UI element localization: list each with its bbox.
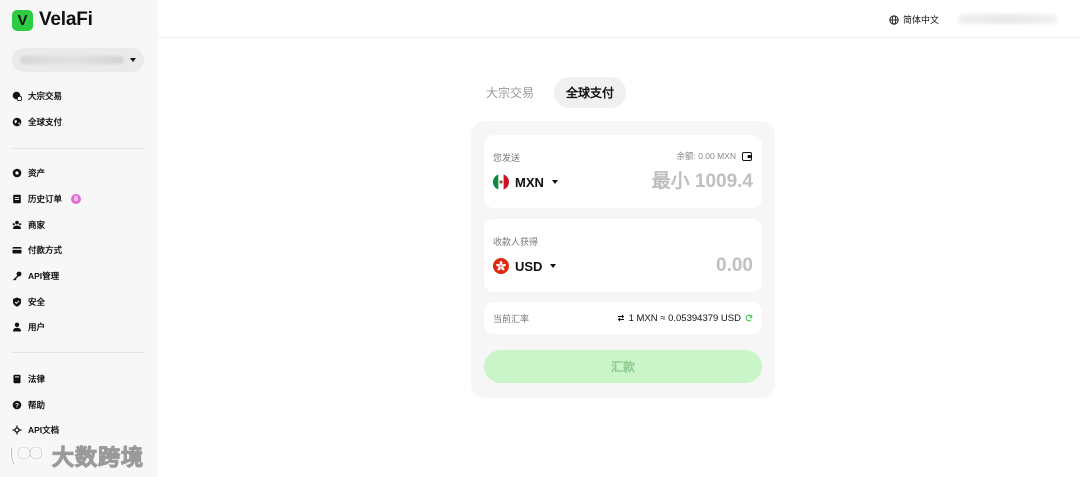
- receive-amount: 0.00: [716, 255, 753, 276]
- svg-text:?: ?: [15, 402, 19, 409]
- sidebar-item-global-payment[interactable]: 全球支付: [12, 115, 62, 129]
- hong-kong-flag-icon: [493, 258, 509, 274]
- language-label: 简体中文: [902, 15, 939, 25]
- transfer-card: 您发送 余额: 0.00 MXN MXN 最小 1009.4 收款人获得 USD…: [471, 121, 775, 398]
- sidebar-item-label: 资产: [28, 168, 46, 178]
- sidebar-item-label: 付款方式: [28, 245, 63, 255]
- mexico-flag-icon: [493, 174, 509, 190]
- sidebar-item-label: 法律: [28, 374, 46, 384]
- sidebar-item-bulk-trade[interactable]: 大宗交易: [12, 89, 62, 103]
- sidebar-item-label: API管理: [28, 271, 60, 281]
- sidebar-item-security[interactable]: 安全: [12, 295, 45, 309]
- receive-currency-selector[interactable]: USD: [493, 258, 557, 274]
- sidebar-item-label: 帮助: [28, 400, 46, 410]
- sidebar-item-merchants[interactable]: 商家: [12, 218, 45, 232]
- merchant-icon: [12, 220, 22, 230]
- send-currency-selector[interactable]: MXN: [493, 174, 558, 190]
- sidebar-item-users[interactable]: 用户: [12, 320, 45, 334]
- globe-icon: [12, 117, 22, 127]
- user-menu-redacted[interactable]: [958, 14, 1058, 24]
- rate-display: 1 MXN ≈ 0.05394379 USD: [617, 313, 753, 324]
- remit-button[interactable]: 汇款: [484, 350, 762, 383]
- main-content: 简体中文 大宗交易 全球支付 您发送 余额: 0.00 MXN MXN 最小 1…: [158, 0, 1080, 477]
- sidebar-item-label: 大宗交易: [28, 91, 63, 101]
- sidebar: V VelaFi 大宗交易 全球支付 资产 历史订单 6 商家 付款方式 API…: [0, 0, 158, 477]
- sidebar-item-label: 用户: [28, 322, 46, 332]
- watermark-logo-icon: [9, 445, 44, 465]
- sidebar-item-label: 全球支付: [28, 117, 63, 127]
- card-icon: [12, 245, 22, 255]
- book-icon: [12, 374, 22, 384]
- send-amount-input[interactable]: [593, 169, 753, 195]
- api-doc-icon: [12, 425, 22, 435]
- send-label: 您发送: [493, 153, 521, 163]
- rate-label: 当前汇率: [493, 313, 530, 324]
- sidebar-item-label: API文档: [28, 425, 60, 435]
- account-selector[interactable]: [12, 48, 144, 72]
- refresh-icon[interactable]: [745, 314, 753, 322]
- velafi-logo-icon: V: [12, 9, 33, 31]
- rate-value: 1 MXN ≈ 0.05394379 USD: [628, 312, 741, 324]
- exchange-rate-panel: 当前汇率 1 MXN ≈ 0.05394379 USD: [484, 302, 762, 334]
- brand-name: VelaFi: [39, 9, 93, 30]
- receive-panel: 收款人获得 USD 0.00: [484, 219, 762, 292]
- swap-icon[interactable]: [617, 314, 625, 322]
- watermark-text: 大数跨境: [51, 445, 145, 471]
- history-icon: [12, 194, 22, 204]
- account-name-redacted: [20, 56, 124, 64]
- chevron-down-icon: [551, 180, 558, 184]
- sidebar-item-api-docs[interactable]: API文档: [12, 423, 59, 437]
- sidebar-item-api-management[interactable]: API管理: [12, 269, 59, 283]
- shield-icon: [12, 297, 22, 307]
- chevron-down-icon: [130, 58, 136, 62]
- app: V VelaFi 大宗交易 全球支付 资产 历史订单 6 商家 付款方式 API…: [0, 0, 1080, 477]
- tab-global-payment[interactable]: 全球支付: [554, 77, 627, 108]
- receive-currency-code: USD: [515, 258, 543, 274]
- user-icon: [12, 322, 22, 332]
- mode-tabs: 大宗交易 全球支付: [474, 77, 627, 108]
- bulk-trade-icon: [12, 91, 22, 101]
- sidebar-item-payment-methods[interactable]: 付款方式: [12, 243, 62, 257]
- sidebar-divider: [12, 352, 145, 353]
- asset-icon: [12, 168, 22, 178]
- balance-text: 余额: 0.00 MXN: [676, 151, 736, 161]
- brand-logo[interactable]: V VelaFi: [12, 9, 93, 31]
- sidebar-item-label: 安全: [28, 297, 46, 307]
- sidebar-item-legal[interactable]: 法律: [12, 372, 45, 386]
- watermark: 大数跨境: [8, 440, 144, 472]
- chevron-down-icon: [550, 264, 557, 268]
- sidebar-item-assets[interactable]: 资产: [12, 166, 45, 180]
- language-selector[interactable]: 简体中文: [889, 13, 939, 26]
- receive-label: 收款人获得: [493, 237, 539, 247]
- tab-bulk-trade[interactable]: 大宗交易: [474, 77, 546, 108]
- order-count-badge: 6: [71, 194, 82, 204]
- sidebar-item-label: 历史订单: [28, 194, 63, 204]
- api-key-icon: [12, 271, 22, 281]
- globe-icon: [889, 14, 899, 25]
- help-icon: ?: [12, 400, 22, 410]
- top-bar: 简体中文: [158, 0, 1080, 38]
- send-panel: 您发送 余额: 0.00 MXN MXN 最小 1009.4: [484, 135, 762, 208]
- sidebar-divider: [12, 148, 145, 149]
- send-currency-code: MXN: [515, 174, 544, 190]
- sidebar-item-label: 商家: [28, 220, 46, 230]
- wallet-icon[interactable]: [742, 151, 752, 161]
- sidebar-item-order-history[interactable]: 历史订单 6: [12, 192, 82, 206]
- balance-display: 余额: 0.00 MXN: [676, 150, 752, 162]
- sidebar-item-help[interactable]: ? 帮助: [12, 398, 45, 412]
